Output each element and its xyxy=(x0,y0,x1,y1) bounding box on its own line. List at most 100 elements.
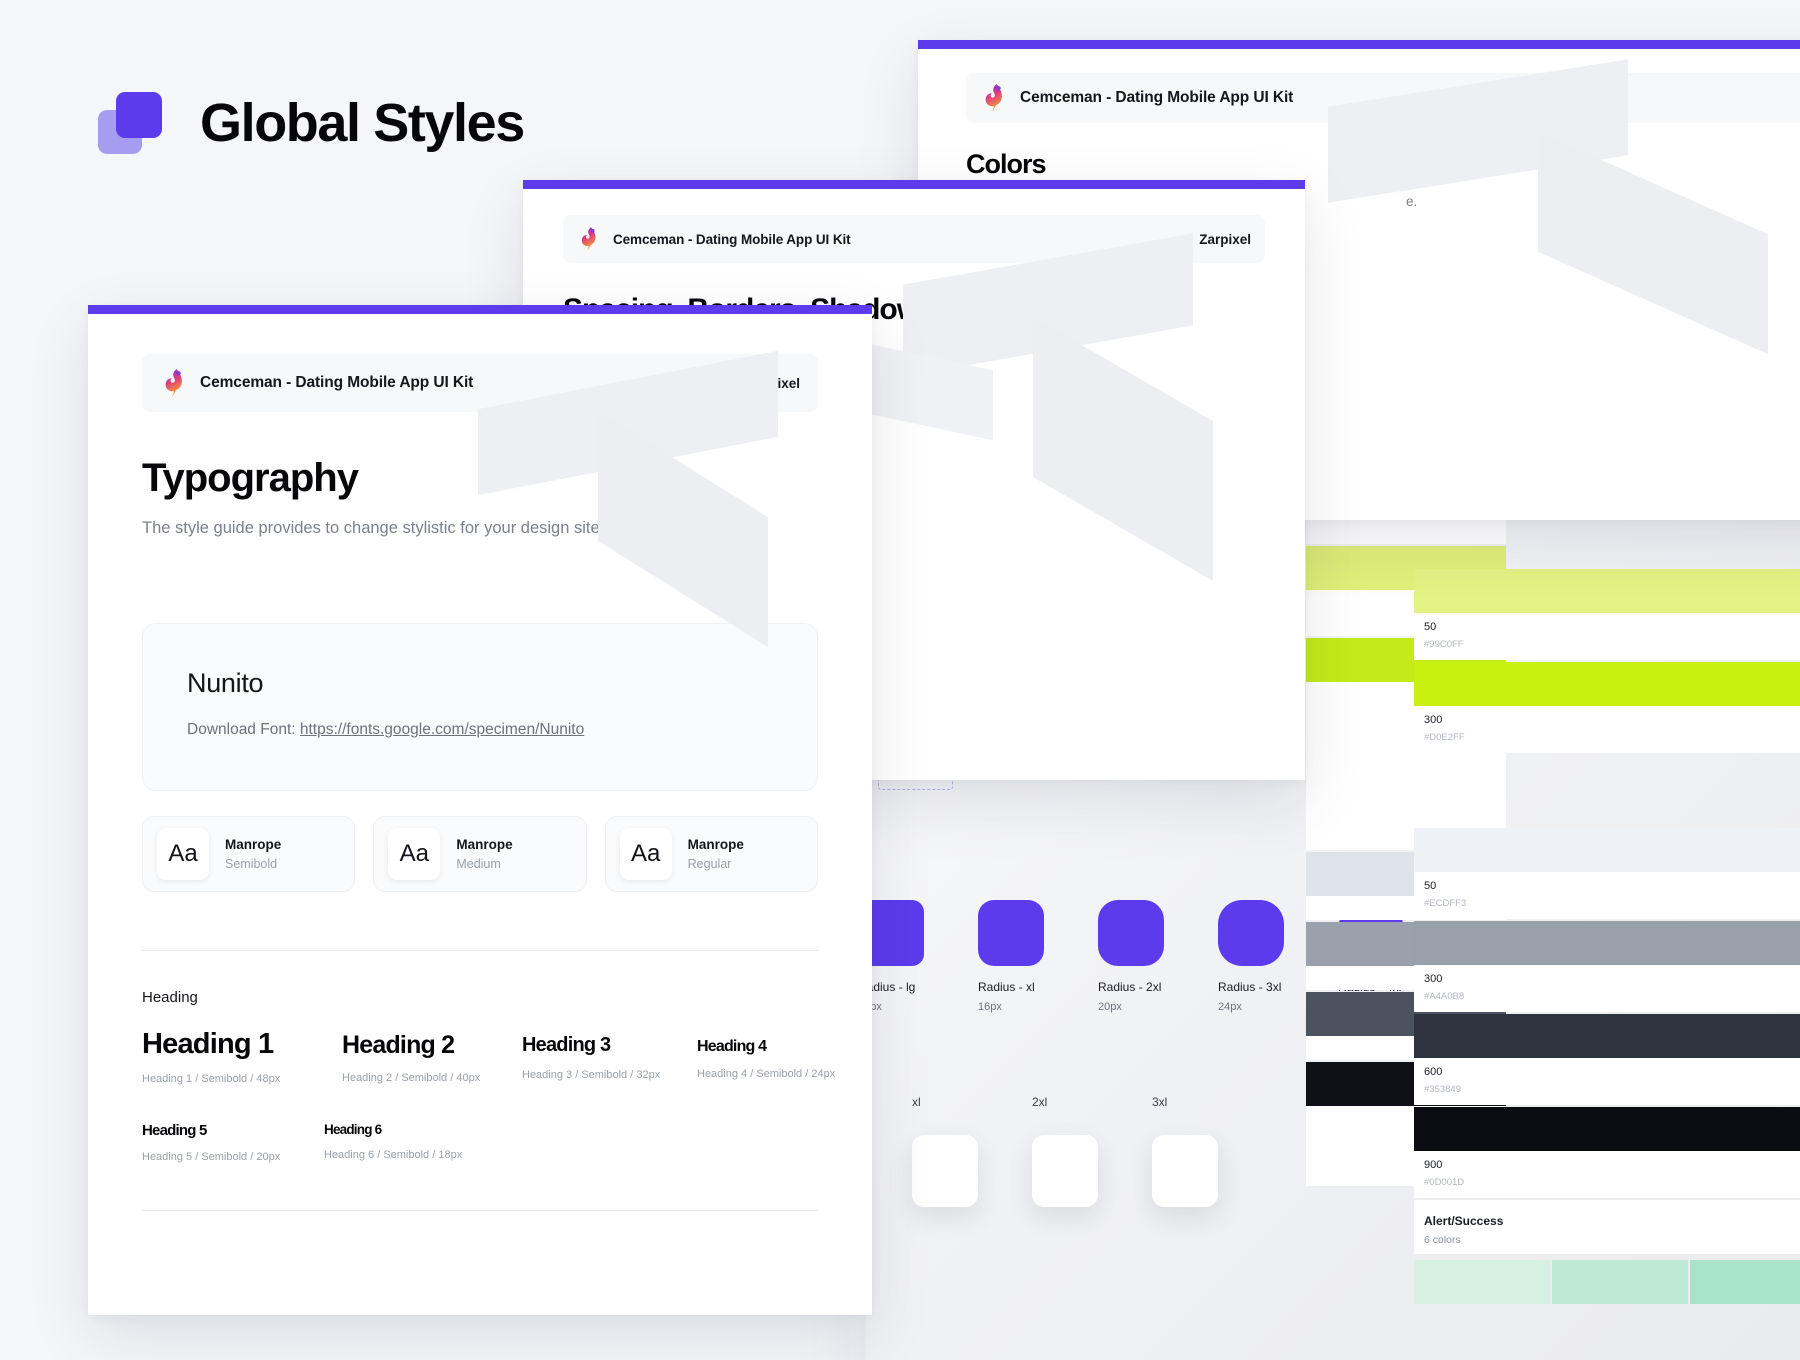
heading-specimen: Heading 4 Heading 4 / Semibold / 24px xyxy=(697,1038,835,1080)
brand-bar: Cemceman - Dating Mobile App UI Kit Zarp… xyxy=(563,215,1265,263)
cemceman-flame-logo-icon xyxy=(581,227,596,251)
swatch-block: 50 #ECDFF3 xyxy=(1414,828,1800,919)
swatch-meta: 600 #353849 xyxy=(1414,1058,1800,1105)
font-weight-family: Manrope xyxy=(456,837,513,852)
logo-square-front xyxy=(116,92,162,138)
shadow-name: 3xl xyxy=(1152,1095,1168,1109)
heading-specimen: Heading 2 Heading 2 / Semibold / 40px xyxy=(342,1031,480,1084)
heading-section-label: Heading xyxy=(142,989,198,1006)
font-weight-text: Manrope Semibold xyxy=(225,837,281,871)
shadow-chip xyxy=(1152,1135,1218,1207)
swatch-block: 900 #0D001D xyxy=(1414,1107,1800,1198)
color-swatch xyxy=(1414,1260,1550,1304)
swatch-hex: #0D001D xyxy=(1424,1177,1465,1188)
swatch-step: 300 xyxy=(1424,973,1443,985)
radius-value: 24px xyxy=(1218,1001,1242,1013)
font-weight-card: Aa Manrope Regular xyxy=(604,816,818,892)
style-guide-canvas: Global Styles Radius - lg 12px Radius - … xyxy=(0,0,1800,1360)
shadow-token-item: 3xl xyxy=(1152,1095,1228,1207)
card-accent-bar xyxy=(918,40,1800,49)
color-swatch xyxy=(1414,921,1800,965)
font-weight-row: Aa Manrope Semibold Aa Manrope Medium Aa xyxy=(142,816,818,892)
font-download-row: Download Font: https://fonts.google.com/… xyxy=(187,721,773,739)
swatch-hex: #ECDFF3 xyxy=(1424,898,1467,909)
swatch-hex: #353849 xyxy=(1424,1084,1461,1095)
palette-group-name: Alert/Success xyxy=(1424,1214,1504,1228)
brand-name: Cemceman - Dating Mobile App UI Kit xyxy=(200,374,474,391)
shadow-token-item: xl xyxy=(912,1095,988,1207)
palette-group-count: 6 colors xyxy=(1424,1234,1461,1246)
swatch-step: 300 xyxy=(1424,714,1443,726)
font-download-link[interactable]: https://fonts.google.com/specimen/Nunito xyxy=(300,721,584,738)
swatch-step: 900 xyxy=(1424,1159,1443,1171)
brand-name: Cemceman - Dating Mobile App UI Kit xyxy=(613,231,851,247)
font-weight-name: Semibold xyxy=(225,857,278,871)
brand-bar: Cemceman - Dating Mobile App UI Kit Zarp… xyxy=(142,354,818,412)
radius-token-item: Radius - 2xl 20px xyxy=(1098,900,1174,1013)
radius-value: 16px xyxy=(978,1001,1002,1013)
radius-name: Radius - 2xl xyxy=(1098,980,1162,994)
card-accent-bar xyxy=(523,180,1305,189)
color-swatch xyxy=(1690,1260,1800,1304)
font-family-name: Nunito xyxy=(187,668,264,698)
palette-group-swatches xyxy=(1414,1260,1800,1304)
swatch-meta: 50 #ECDFF3 xyxy=(1414,872,1800,919)
swatch-meta: 300 #D0E2FF xyxy=(1414,706,1800,753)
swatch-block: 50 #99C0FF xyxy=(1414,569,1800,660)
card-accent-bar xyxy=(88,305,872,314)
shadow-name: 2xl xyxy=(1032,1095,1048,1109)
swatch-step: 50 xyxy=(1424,880,1437,892)
palette-group-header: Alert/Success 6 colors xyxy=(1414,1200,1800,1254)
swatch-hex: #D0E2FF xyxy=(1424,732,1465,743)
color-swatch xyxy=(1414,828,1800,872)
heading-specimen: Heading 1 Heading 1 / Semibold / 48px xyxy=(142,1028,280,1085)
heading-specimen: Heading 6 Heading 6 / Semibold / 18px xyxy=(324,1122,462,1161)
brand-name: Cemceman - Dating Mobile App UI Kit xyxy=(1020,89,1294,106)
swatch-hex: #A4A0B8 xyxy=(1424,991,1465,1002)
font-weight-card: Aa Manrope Medium xyxy=(373,816,587,892)
font-weight-family: Manrope xyxy=(687,837,744,852)
heading-sample: Heading 2 xyxy=(342,1031,455,1059)
cemceman-flame-logo-icon xyxy=(985,84,1002,112)
heading-specimen: Heading 3 Heading 3 / Semibold / 32px xyxy=(522,1034,660,1081)
stacked-squares-icon xyxy=(98,92,162,154)
swatch-block: 600 #353849 xyxy=(1414,1014,1800,1105)
brand-credit: Zarpixel xyxy=(748,375,800,391)
color-swatch xyxy=(1414,1107,1800,1151)
brand-identity: Cemceman - Dating Mobile App UI Kit xyxy=(980,83,1293,113)
heading-spec: Heading 4 / Semibold / 24px xyxy=(697,1068,836,1080)
radius-name: Radius - 3xl xyxy=(1218,980,1282,994)
shadow-token-item: 2xl xyxy=(1032,1095,1108,1207)
font-weight-name: Medium xyxy=(456,857,501,871)
typography-card-body: Cemceman - Dating Mobile App UI Kit Zarp… xyxy=(88,350,872,1211)
swatch-step: 50 xyxy=(1424,621,1437,633)
brand-identity: Cemceman - Dating Mobile App UI Kit xyxy=(160,368,473,398)
radius-value: 20px xyxy=(1098,1001,1122,1013)
typography-card-subtitle: The style guide provides to change styli… xyxy=(142,519,605,537)
heading-spec: Heading 3 / Semibold / 32px xyxy=(522,1069,661,1081)
heading-sample: Heading 3 xyxy=(522,1034,611,1056)
color-swatch xyxy=(1414,1014,1800,1058)
paper-plane-watermark xyxy=(1298,59,1800,413)
brand-bar: Cemceman - Dating Mobile App UI Kit xyxy=(966,73,1800,123)
page-header: Global Styles xyxy=(98,92,525,154)
heading-spec: Heading 1 / Semibold / 48px xyxy=(142,1073,281,1085)
color-swatch xyxy=(1414,662,1800,706)
aa-specimen: Aa xyxy=(388,828,441,880)
page-title: Global Styles xyxy=(200,93,525,153)
section-divider xyxy=(142,1210,818,1211)
font-download-label: Download Font: xyxy=(187,721,296,738)
swatch-step: 600 xyxy=(1424,1066,1443,1078)
font-weight-text: Manrope Medium xyxy=(456,837,512,871)
radius-chip xyxy=(978,900,1044,966)
colors-card-subtitle: e. xyxy=(1406,194,1418,209)
typography-card[interactable]: Cemceman - Dating Mobile App UI Kit Zarp… xyxy=(88,305,872,1315)
font-weight-card: Aa Manrope Semibold xyxy=(142,816,356,892)
shadow-chip xyxy=(912,1135,978,1207)
font-weight-family: Manrope xyxy=(225,837,282,852)
font-weight-text: Manrope Regular xyxy=(688,837,744,871)
typography-card-title: Typography xyxy=(142,456,359,500)
heading-specimen-row-2: Heading 5 Heading 5 / Semibold / 20px He… xyxy=(142,1122,818,1178)
section-divider xyxy=(142,950,818,951)
font-family-card: Nunito Download Font: https://fonts.goog… xyxy=(142,623,818,791)
